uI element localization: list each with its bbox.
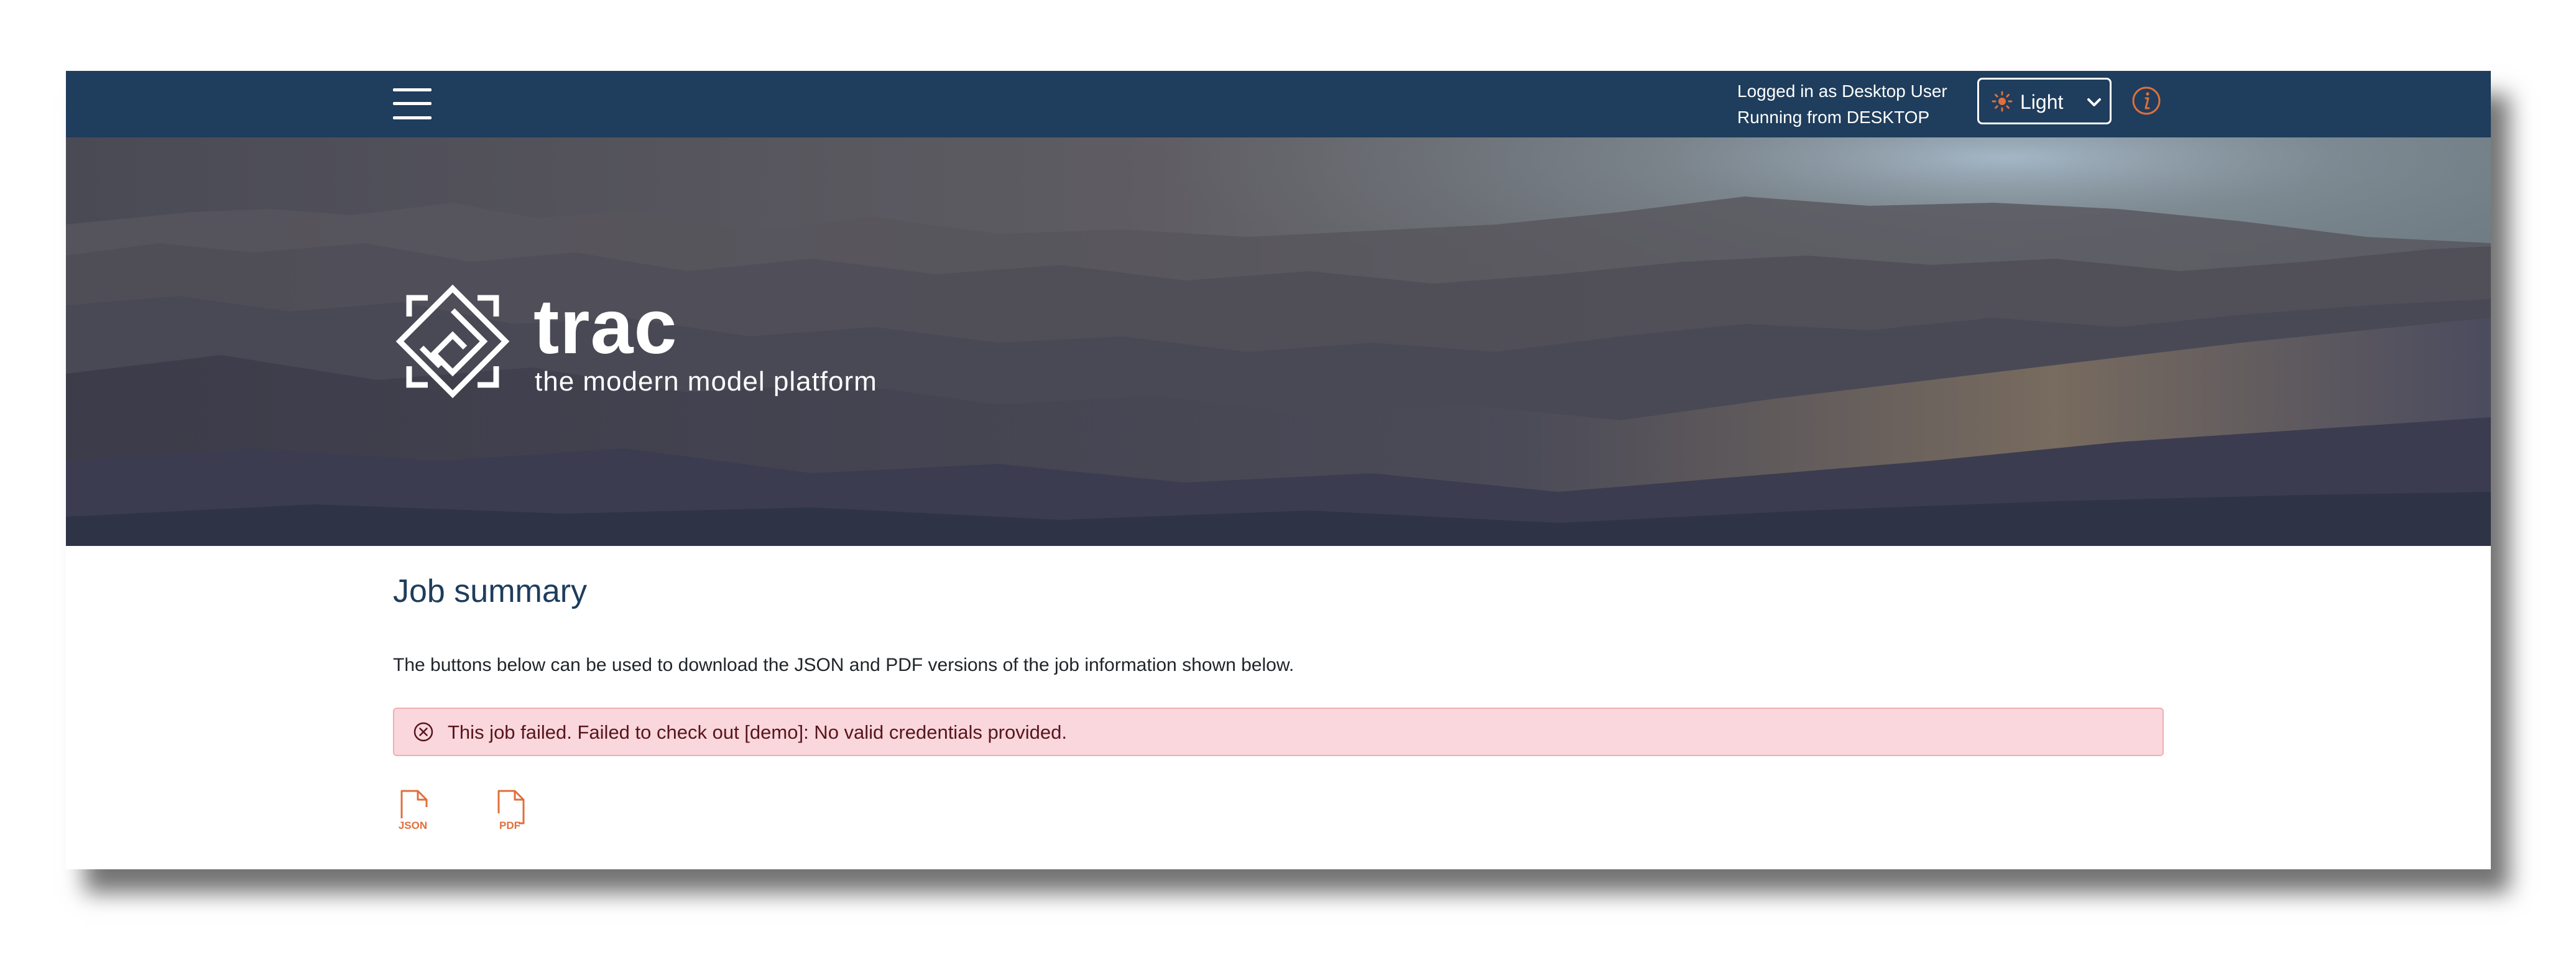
- pdf-file-label: PDF: [499, 820, 520, 831]
- theme-select-label: Light: [2020, 91, 2064, 113]
- json-file-icon: [400, 790, 428, 818]
- logged-in-user-text: Logged in as Desktop User: [1737, 81, 1947, 101]
- json-file-label: JSON: [398, 820, 428, 831]
- error-alert: This job failed. Failed to check out [de…: [393, 708, 2164, 756]
- brand-tagline: the modern model platform: [535, 366, 877, 397]
- download-pdf-button[interactable]: PDF: [490, 788, 533, 836]
- running-from-text: Running from DESKTOP: [1737, 108, 1930, 127]
- sun-icon: [1992, 91, 2013, 112]
- error-message: This job failed. Failed to check out [de…: [448, 721, 1067, 743]
- top-navbar: Logged in as Desktop User Running from D…: [66, 71, 2491, 137]
- hero-banner: trac the modern model platform: [66, 137, 2491, 546]
- trac-logo-icon: [395, 284, 510, 399]
- chevron-down-icon: [2087, 98, 2101, 106]
- brand-name: trac: [533, 284, 678, 370]
- page-description: The buttons below can be used to downloa…: [393, 655, 1295, 675]
- theme-select[interactable]: Light: [1977, 78, 2112, 124]
- app-window: Logged in as Desktop User Running from D…: [66, 71, 2491, 869]
- page-title: Job summary: [393, 573, 588, 609]
- user-info: Logged in as Desktop User Running from D…: [1737, 78, 1986, 131]
- info-icon[interactable]: [2131, 86, 2161, 116]
- hamburger-menu-icon[interactable]: [393, 88, 432, 119]
- error-circle-x-icon: [413, 722, 433, 742]
- download-json-button[interactable]: JSON: [393, 788, 436, 836]
